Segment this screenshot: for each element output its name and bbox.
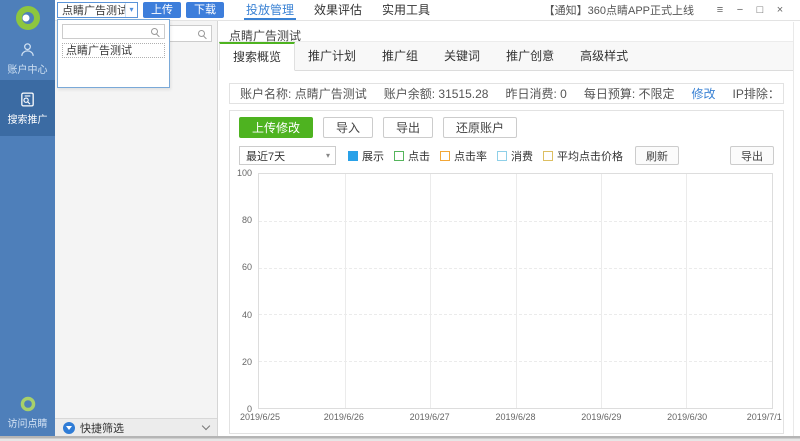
date-range-select[interactable]: 最近7天 ▾ — [239, 146, 336, 165]
metric-spend[interactable]: 消费 — [497, 148, 533, 164]
yesterday-spend: 昨日消费: 0 — [505, 85, 566, 102]
refresh-button[interactable]: 刷新 — [635, 146, 679, 165]
menu-item-delivery-management[interactable]: 投放管理 — [236, 0, 304, 20]
metric-clicks[interactable]: 点击 — [394, 148, 430, 164]
metric-ctr[interactable]: 点击率 — [440, 148, 487, 164]
maximize-icon[interactable]: □ — [750, 0, 770, 20]
checkbox-icon — [348, 151, 358, 161]
right-divider — [793, 22, 794, 436]
dianjing-logo — [0, 0, 55, 36]
account-dropdown-popup: 点睛广告测试 — [57, 19, 170, 88]
overview-panel: 上传修改 导入 导出 还原账户 最近7天 ▾ 展示 点击 点击率 消费 平均点击… — [229, 110, 784, 434]
tab-campaigns[interactable]: 推广计划 — [295, 42, 369, 70]
sidebar-item-label: 搜索推广 — [8, 111, 48, 126]
ip-settings-link[interactable]: 已设置(3) — [783, 87, 784, 101]
import-button[interactable]: 导入 — [323, 117, 373, 138]
account-tab-row: 点睛广告测试 — [219, 22, 793, 42]
plot-area — [258, 173, 773, 409]
tab-search-overview[interactable]: 搜索概览 — [219, 42, 295, 71]
panel-toolbar: 上传修改 导入 导出 还原账户 — [239, 117, 517, 138]
menu-item-utilities[interactable]: 实用工具 — [372, 0, 440, 20]
metric-checkboxes: 展示 点击 点击率 消费 平均点击价格 — [348, 148, 623, 164]
restore-account-button[interactable]: 还原账户 — [443, 117, 517, 138]
account-info-bar: 账户名称: 点睛广告测试 账户余额: 31515.28 昨日消费: 0 每日预算… — [229, 83, 784, 104]
quick-filter-bar[interactable]: 快捷筛选 — [55, 418, 217, 436]
dropdown-account-item[interactable]: 点睛广告测试 — [62, 43, 165, 58]
visit-dianjing-label: 访问点睛 — [8, 415, 48, 430]
chevron-down-icon: ▾ — [125, 3, 137, 17]
filter-funnel-icon — [63, 422, 75, 434]
dropdown-search-box[interactable] — [62, 24, 165, 39]
dropdown-search-input[interactable] — [63, 26, 151, 37]
trend-chart: 100 80 60 40 20 0 2019/6/25 2019/6/26 20… — [234, 167, 775, 425]
y-axis-labels: 100 80 60 40 20 0 — [234, 173, 254, 409]
dianjing-mini-logo-icon — [19, 395, 37, 413]
checkbox-icon — [394, 151, 404, 161]
logo-icon — [15, 5, 41, 31]
app-window: 点睛广告测试 ▾ 上传 下载 投放管理 效果评估 实用工具 【通知】360点睛A… — [0, 0, 800, 441]
notice-text[interactable]: 【通知】360点睛APP正式上线 — [544, 2, 694, 18]
account-balance: 账户余额: 31515.28 — [384, 85, 489, 102]
upload-changes-button[interactable]: 上传修改 — [239, 117, 313, 138]
window-controls: 【通知】360点睛APP正式上线 ≡ − □ × — [544, 0, 800, 20]
upload-button[interactable]: 上传 — [143, 2, 181, 18]
minimize-icon[interactable]: − — [730, 0, 750, 20]
search-icon — [151, 28, 158, 35]
metric-impressions[interactable]: 展示 — [348, 148, 384, 164]
account-select[interactable]: 点睛广告测试 ▾ — [57, 2, 138, 18]
chart-controls: 最近7天 ▾ 展示 点击 点击率 消费 平均点击价格 刷新 导出 — [239, 145, 774, 166]
search-document-icon — [19, 91, 36, 108]
main-menu: 投放管理 效果评估 实用工具 — [236, 0, 440, 20]
search-icon — [198, 30, 205, 37]
download-button[interactable]: 下载 — [186, 2, 224, 18]
main-content: 点睛广告测试 搜索概览 推广计划 推广组 关键词 推广创意 高级样式 账户名称:… — [219, 22, 800, 436]
sidebar-item-account-center[interactable]: 账户中心 — [0, 36, 55, 80]
modify-link[interactable]: 修改 — [692, 85, 716, 102]
sidebar-visit-dianjing[interactable]: 访问点睛 — [0, 395, 55, 430]
chart-export-button[interactable]: 导出 — [730, 146, 774, 165]
tab-creatives[interactable]: 推广创意 — [493, 42, 567, 70]
x-axis-labels: 2019/6/25 2019/6/26 2019/6/27 2019/6/28 … — [258, 412, 773, 424]
chevron-down-icon — [202, 422, 210, 430]
account-select-value: 点睛广告测试 — [58, 2, 125, 18]
tab-keywords[interactable]: 关键词 — [431, 42, 493, 70]
sidebar-item-label: 账户中心 — [8, 61, 48, 76]
chevron-down-icon: ▾ — [321, 151, 335, 160]
sidebar: 账户中心 搜索推广 访问点睛 — [0, 0, 55, 436]
close-icon[interactable]: × — [770, 0, 790, 20]
tab-ad-groups[interactable]: 推广组 — [369, 42, 431, 70]
window-bottom-edge — [0, 436, 800, 441]
top-bar: 点睛广告测试 ▾ 上传 下载 投放管理 效果评估 实用工具 【通知】360点睛A… — [55, 0, 800, 21]
user-icon — [19, 41, 36, 58]
daily-budget: 每日预算: 不限定 — [584, 85, 675, 102]
checkbox-icon — [440, 151, 450, 161]
account-name: 账户名称: 点睛广告测试 — [240, 85, 367, 102]
section-tabs: 搜索概览 推广计划 推广组 关键词 推广创意 高级样式 — [219, 42, 793, 71]
sidebar-item-search-promotion[interactable]: 搜索推广 — [0, 80, 55, 136]
app-menu-icon[interactable]: ≡ — [710, 0, 730, 20]
tab-advanced-styles[interactable]: 高级样式 — [567, 42, 641, 70]
menu-item-effect-evaluation[interactable]: 效果评估 — [304, 0, 372, 20]
export-button[interactable]: 导出 — [383, 117, 433, 138]
checkbox-icon — [543, 151, 553, 161]
quick-filter-label: 快捷筛选 — [80, 420, 124, 436]
metric-avg-cpc[interactable]: 平均点击价格 — [543, 148, 623, 164]
ip-exclusion: IP排除： 已设置(3) — [733, 85, 784, 102]
checkbox-icon — [497, 151, 507, 161]
